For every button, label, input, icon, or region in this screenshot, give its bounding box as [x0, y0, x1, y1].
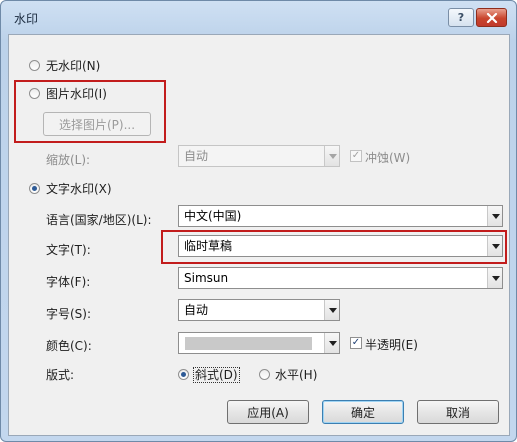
size-dropdown[interactable]: 自动: [178, 299, 340, 321]
size-label: 字号(S):: [46, 307, 92, 321]
close-button[interactable]: [476, 8, 507, 27]
picture-watermark-label: 图片水印(I): [46, 87, 107, 101]
dialog-title: 水印: [14, 12, 39, 26]
ok-button-label: 确定: [350, 405, 375, 420]
language-dropdown[interactable]: 中文(中国): [178, 205, 503, 227]
language-label: 语言(国家/地区)(L):: [46, 213, 152, 227]
dialog-body: 无水印(N) 图片水印(I) 选择图片(P)... 缩放(L): 自动 ✓ 冲蚀…: [8, 34, 510, 436]
horizontal-radio[interactable]: [259, 369, 270, 380]
apply-button-label: 应用(A): [247, 405, 289, 420]
text-label: 文字(T):: [46, 243, 91, 257]
font-label: 字体(F):: [46, 275, 91, 289]
diagonal-radio[interactable]: [178, 369, 189, 380]
horizontal-label: 水平(H): [275, 368, 318, 382]
chevron-down-icon: [324, 300, 339, 320]
cancel-button-label: 取消: [445, 405, 470, 420]
text-combobox[interactable]: 临时草稿: [178, 235, 503, 257]
chevron-down-icon: [487, 268, 502, 288]
select-picture-button[interactable]: 选择图片(P)...: [43, 112, 151, 136]
text-value: 临时草稿: [184, 239, 233, 253]
scale-dropdown[interactable]: 自动: [178, 145, 340, 167]
color-label: 颜色(C):: [46, 339, 92, 353]
diagonal-label: 斜式(D): [193, 366, 240, 383]
no-watermark-radio[interactable]: [29, 60, 40, 71]
color-picker[interactable]: [178, 332, 340, 354]
washout-label: 冲蚀(W): [365, 151, 411, 165]
chevron-down-icon: [487, 206, 502, 226]
chevron-down-icon: [324, 333, 339, 353]
text-watermark-label: 文字水印(X): [46, 182, 112, 196]
ok-button[interactable]: 确定: [322, 400, 404, 424]
font-value: Simsun: [184, 271, 229, 285]
no-watermark-label: 无水印(N): [46, 59, 101, 73]
cancel-button[interactable]: 取消: [417, 400, 499, 424]
chevron-down-icon: [487, 236, 502, 256]
chevron-down-icon: [324, 146, 339, 166]
help-icon: ?: [457, 11, 465, 24]
scale-value: 自动: [184, 149, 209, 163]
title-bar: 水印 ?: [1, 1, 516, 34]
semitransparent-label: 半透明(E): [365, 338, 418, 352]
apply-button[interactable]: 应用(A): [227, 400, 309, 424]
color-swatch: [185, 337, 312, 350]
scale-label: 缩放(L):: [46, 153, 91, 167]
select-picture-button-label: 选择图片(P)...: [58, 117, 136, 132]
close-icon: [486, 12, 497, 23]
semitransparent-checkbox[interactable]: ✓: [350, 337, 362, 349]
help-button[interactable]: ?: [448, 8, 474, 27]
language-value: 中文(中国): [184, 209, 242, 223]
layout-label: 版式:: [46, 368, 75, 382]
font-dropdown[interactable]: Simsun: [178, 267, 503, 289]
washout-checkbox[interactable]: ✓: [350, 150, 362, 162]
text-watermark-radio[interactable]: [29, 183, 40, 194]
diagonal-label-text: 斜式(D): [193, 367, 240, 383]
size-value: 自动: [184, 303, 209, 317]
watermark-dialog: 水印 ? 无水印(N) 图片水印(I) 选择图片(P)... 缩放(L): 自动…: [0, 0, 517, 442]
picture-watermark-radio[interactable]: [29, 88, 40, 99]
